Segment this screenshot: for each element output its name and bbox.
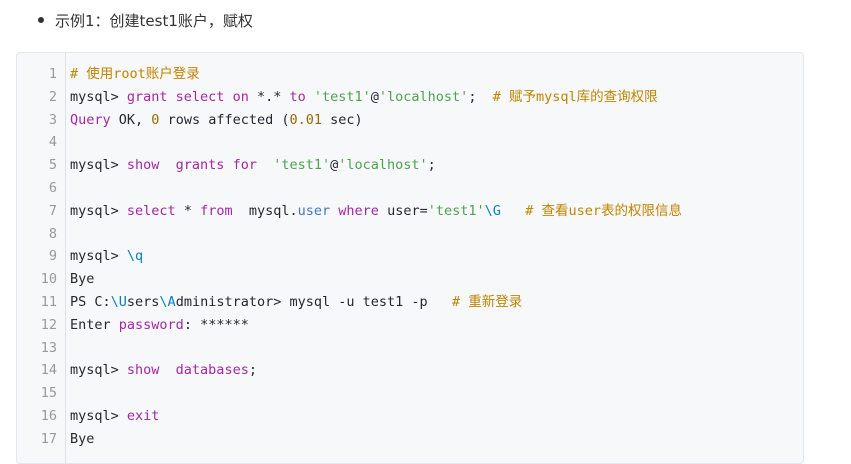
code-line: Query OK, 0 rows affected (0.01 sec) bbox=[70, 109, 682, 132]
code-token: from bbox=[200, 202, 249, 219]
code-token: 0.01 bbox=[289, 111, 322, 128]
code-token: # 重新登录 bbox=[452, 293, 523, 310]
line-number-gutter: 1 2 3 4 5 6 7 8 9 10 11 12 13 14 15 16 17 bbox=[17, 63, 65, 451]
line-number: 12 bbox=[40, 316, 57, 333]
bullet-text: 示例1：创建test1账户，赋权 bbox=[55, 11, 253, 30]
code-token: dministrator> mysql -u test1 -p bbox=[175, 293, 453, 310]
code-line: mysql> grant select on *.* to 'test1'@'l… bbox=[70, 86, 682, 109]
code-token: \q bbox=[126, 248, 144, 265]
gutter-divider bbox=[65, 53, 66, 463]
code-token: \U bbox=[110, 293, 127, 310]
line-number: 10 bbox=[40, 271, 57, 288]
code-token: password bbox=[118, 316, 184, 333]
code-token: show grants for bbox=[126, 157, 274, 174]
code-token: ; bbox=[248, 362, 257, 379]
code-token: *.* bbox=[256, 88, 290, 105]
code-line: Bye bbox=[70, 268, 682, 291]
code-token: Bye bbox=[70, 430, 95, 447]
code-token: @ bbox=[370, 88, 379, 105]
code-token: : ****** bbox=[183, 316, 249, 333]
line-number: 11 bbox=[40, 293, 57, 310]
code-line: Enter password: ****** bbox=[70, 314, 682, 337]
code-token: mysql. bbox=[248, 202, 298, 219]
code-token: mysql> bbox=[70, 248, 127, 265]
code-block[interactable]: 1 2 3 4 5 6 7 8 9 10 11 12 13 14 15 16 17 # 使用root账户登录 my… bbox=[16, 52, 804, 464]
code-token: where bbox=[338, 202, 388, 219]
code-token: mysql> bbox=[70, 88, 127, 105]
code-token: 'test1' bbox=[427, 202, 485, 219]
bullet-dot-icon bbox=[38, 17, 44, 23]
code-token: grant select on bbox=[126, 88, 257, 105]
code-line: # 使用root账户登录 bbox=[70, 63, 682, 86]
code-token: 'localhost' bbox=[378, 88, 469, 105]
code-token: \G bbox=[484, 202, 501, 219]
code-token: PS C: bbox=[70, 293, 111, 310]
line-number: 16 bbox=[40, 407, 57, 424]
line-number: 6 bbox=[48, 179, 57, 196]
code-token: 'localhost' bbox=[338, 157, 428, 174]
code-token: to bbox=[289, 88, 314, 105]
code-token: Enter bbox=[70, 316, 119, 333]
code-token: mysql> bbox=[70, 362, 127, 379]
code-line: Bye bbox=[70, 428, 682, 451]
code-token: ; bbox=[427, 157, 436, 174]
code-token: exit bbox=[126, 407, 160, 424]
code-line: mysql> exit bbox=[70, 405, 682, 428]
code-token: OK, bbox=[118, 111, 152, 128]
line-number: 1 bbox=[48, 66, 57, 82]
code-token: mysql> bbox=[70, 407, 127, 424]
line-number: 7 bbox=[48, 202, 57, 219]
code-token: # 使用root账户登录 bbox=[70, 66, 200, 82]
code-token: user= bbox=[387, 202, 428, 219]
code-line: mysql> \q bbox=[70, 245, 682, 268]
line-number: 2 bbox=[48, 88, 57, 105]
code-line: mysql> show databases; bbox=[70, 359, 682, 382]
code-token: 'test1' bbox=[313, 88, 371, 105]
line-number: 8 bbox=[48, 225, 57, 242]
line-number: 3 bbox=[48, 111, 57, 128]
code-content[interactable]: # 使用root账户登录 mysql> grant select on *.* t… bbox=[70, 63, 682, 451]
code-token: Query bbox=[70, 111, 119, 128]
code-token: mysql> bbox=[70, 202, 127, 219]
code-token: Bye bbox=[70, 271, 95, 288]
code-line: PS C:\Users\Administrator> mysql -u test… bbox=[70, 291, 682, 314]
code-token: * bbox=[183, 202, 201, 219]
line-number: 15 bbox=[40, 385, 57, 402]
code-token: # 查看user表的权限信息 bbox=[525, 202, 683, 219]
line-number: 14 bbox=[40, 362, 57, 379]
code-token: show databases bbox=[126, 362, 249, 379]
line-number: 17 bbox=[40, 430, 57, 447]
code-line: mysql> select * from mysql.user where us… bbox=[70, 200, 682, 223]
code-token: select bbox=[126, 202, 184, 219]
code-token: \A bbox=[159, 293, 176, 310]
code-token: sers bbox=[126, 293, 160, 310]
code-token: sec) bbox=[322, 111, 363, 128]
line-number: 9 bbox=[48, 248, 57, 265]
line-number: 5 bbox=[48, 157, 57, 174]
bullet-item: 示例1：创建test1账户，赋权 bbox=[38, 9, 253, 31]
code-token: mysql> bbox=[70, 157, 127, 174]
code-token: 'test1' bbox=[273, 157, 331, 174]
code-token: user bbox=[297, 202, 339, 219]
line-number: 13 bbox=[40, 339, 57, 356]
code-line: mysql> show grants for 'test1'@'localhos… bbox=[70, 154, 682, 177]
code-token: rows affected ( bbox=[159, 111, 290, 128]
code-token: # 赋予mysql库的查询权限 bbox=[492, 88, 658, 105]
code-token: ; bbox=[468, 88, 493, 105]
line-number: 4 bbox=[48, 134, 57, 151]
